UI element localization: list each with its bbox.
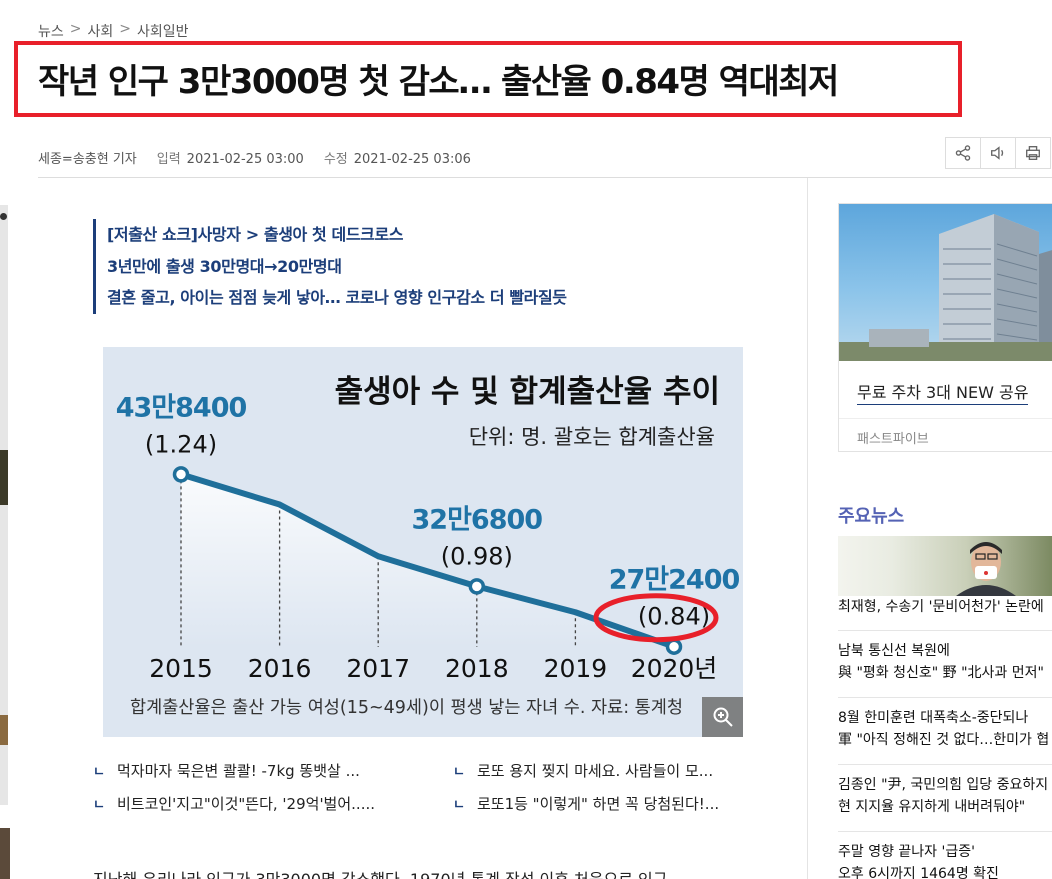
article-tools [945, 137, 1051, 169]
top-news-divider [838, 630, 1052, 631]
top-news-line: 최재형, 수송기 '문비어천가' 논란에 [838, 599, 1044, 615]
edit-label: 수정 [323, 152, 348, 167]
sponsored-link[interactable]: ㄴ 로또1등 "이렇게" 하면 꼭 당첨된다!... [453, 793, 719, 814]
sponsored-link-text: 로또1등 "이렇게" 하면 꼭 당첨된다!... [476, 795, 720, 813]
edit-time: 2021-02-25 03:06 [353, 152, 471, 167]
listen-button[interactable] [980, 137, 1016, 169]
top-news-item[interactable]: 최재형, 수송기 '문비어천가' 논란에 [838, 596, 1052, 631]
top-news-line: 김종인 "尹, 국민의힘 입당 중요하지 [838, 777, 1049, 793]
sponsored-link-text: 먹자마자 묵은변 콸콸! -7kg 똥뱃살 ... [116, 762, 360, 780]
sponsored-link[interactable]: ㄴ 로또 용지 찢지 마세요. 사람들이 모... [453, 760, 713, 781]
x-tick-label: 2020년 [631, 654, 718, 683]
chart-subtitle: 단위: 명. 괄호는 합계출산율 [469, 425, 715, 449]
top-news-line: 오후 6시까지 1464명 확진 [838, 866, 999, 879]
sponsored-link-text: 로또 용지 찢지 마세요. 사람들이 모... [476, 762, 714, 780]
top-news-line: 주말 영향 끝나자 '급증' [838, 844, 975, 860]
sponsored-link-text: 비트코인'지고"이것"뜬다, '29억'벌어..... [116, 795, 376, 813]
data-point [172, 466, 190, 483]
share-icon [955, 145, 971, 161]
breadcrumb-society[interactable]: 사회 [88, 21, 114, 41]
ad-image [839, 204, 1052, 361]
x-tick-label: 2019 [544, 654, 608, 683]
top-news-line: 與 "평화 청신호" 野 "北사과 먼저" [838, 665, 1044, 681]
sidebar-ad-card[interactable]: 무료 주차 3대 NEW 공유 패스트파이브 [838, 203, 1052, 452]
chart-footnote: 합계출산율은 출산 가능 여성(15~49세)이 평생 낳는 자녀 수. 자료:… [130, 698, 683, 718]
article-byline: 세종=송충현 기자 입력 2021-02-25 03:00 수정 2021-02-2… [38, 148, 471, 167]
x-tick-label: 2015 [149, 654, 213, 683]
share-button[interactable] [945, 137, 981, 169]
birth-rate-chart: 2015 2016 2017 2018 2019 2020년 43만8400 (1.24) 3… [103, 347, 743, 737]
link-marker: ㄴ [93, 765, 105, 780]
x-tick-label: 2017 [346, 654, 410, 683]
top-news-thumbnail[interactable] [838, 536, 1052, 596]
data-point [468, 578, 486, 595]
zoom-in-icon [713, 707, 733, 727]
left-edge-thumbnail [0, 715, 8, 745]
left-edge-thumbnail [0, 450, 8, 505]
print-icon [1026, 146, 1040, 160]
top-news-item[interactable]: 주말 영향 끝나자 '급증' 오후 6시까지 1464명 확진 [838, 841, 1052, 879]
left-edge-dot [0, 213, 7, 220]
fertility-rate-label: (0.98) [441, 542, 513, 570]
breadcrumb-separator: > [119, 21, 131, 37]
chart-title: 출생아 수 및 합계출산율 추이 [335, 374, 720, 410]
zoom-image-button[interactable] [702, 697, 743, 737]
related-links: [저출산 쇼크]사망자 > 출생아 첫 데드크로스 3년만에 출생 30만명대→… [93, 219, 567, 314]
sponsored-link[interactable]: ㄴ 먹자마자 묵은변 콸콸! -7kg 똥뱃살 ... [93, 760, 360, 781]
input-label: 입력 [156, 152, 181, 167]
breadcrumb-society-general[interactable]: 사회일반 [137, 21, 189, 41]
link-marker: ㄴ [93, 798, 105, 813]
top-news-line: 8월 한미훈련 대폭축소-중단되나 [838, 710, 1029, 726]
top-news-line: 軍 "아직 정해진 것 없다…한미가 협 [838, 732, 1050, 748]
link-marker: ㄴ [453, 765, 465, 780]
chart-canvas: 2015 2016 2017 2018 2019 2020년 43만8400 (1.24) 3… [116, 374, 741, 718]
left-edge-thumbnail [0, 828, 10, 879]
column-divider [807, 178, 808, 879]
related-link[interactable]: 결혼 줄고, 아이는 점점 늦게 낳아… 코로나 영향 인구감소 더 빨라질듯 [107, 282, 567, 314]
input-timestamp: 입력 2021-02-25 03:00 [157, 148, 304, 167]
speaker-icon [991, 146, 1004, 160]
birth-count-label: 32만6800 [412, 504, 543, 535]
top-news-item[interactable]: 8월 한미훈련 대폭축소-중단되나 軍 "아직 정해진 것 없다…한미가 협 [838, 707, 1052, 765]
birth-count-label: 43만8400 [116, 392, 247, 423]
top-news-divider [838, 697, 1052, 698]
breadcrumb: 뉴스 > 사회 > 사회일반 [38, 21, 189, 41]
top-news-line: 남북 통신선 복원에 [838, 643, 950, 659]
top-news-item[interactable]: 김종인 "尹, 국민의힘 입당 중요하지 현 지지율 유지하게 내버려둬야" [838, 774, 1052, 832]
print-button[interactable] [1015, 137, 1051, 169]
related-link[interactable]: 3년만에 출생 30만명대→20만명대 [107, 251, 567, 283]
ad-divider [839, 418, 1052, 419]
breadcrumb-separator: > [69, 21, 82, 37]
page-title: 작년 인구 3만3000명 첫 감소… 출산율 0.84명 역대최저 [38, 62, 839, 102]
link-marker: ㄴ [453, 798, 465, 813]
fertility-rate-label: (0.84) [638, 603, 710, 631]
top-news-divider [838, 831, 1052, 832]
data-point [665, 638, 683, 655]
top-news-heading: 주요뉴스 [838, 506, 905, 527]
birth-count-label: 27만2400 [609, 565, 740, 596]
input-time: 2021-02-25 03:00 [186, 152, 304, 167]
ad-source: 패스트파이브 [857, 432, 929, 447]
top-news-item[interactable]: 남북 통신선 복원에 與 "평화 청신호" 野 "北사과 먼저" [838, 640, 1052, 698]
top-news-line: 현 지지율 유지하게 내버려둬야" [838, 799, 1026, 815]
left-edge-panel [0, 205, 8, 805]
reporter-name: 세종=송충현 기자 [38, 152, 137, 167]
fertility-rate-label: (1.24) [145, 430, 217, 458]
ad-title: 무료 주차 3대 NEW 공유 [857, 379, 1029, 405]
x-tick-label: 2018 [445, 654, 509, 683]
header-divider [38, 177, 1052, 178]
article-body-preview: 지난해 우리나라 인구가 3만3000명 감소했다. 1970년 통계 작성 이… [93, 866, 667, 879]
edit-timestamp: 수정 2021-02-25 03:06 [324, 148, 471, 167]
related-link[interactable]: [저출산 쇼크]사망자 > 출생아 첫 데드크로스 [107, 219, 567, 251]
top-news-divider [838, 764, 1052, 765]
sponsored-link[interactable]: ㄴ 비트코인'지고"이것"뜬다, '29억'벌어..... [93, 793, 375, 814]
x-tick-label: 2016 [248, 654, 312, 683]
breadcrumb-news[interactable]: 뉴스 [38, 21, 64, 41]
